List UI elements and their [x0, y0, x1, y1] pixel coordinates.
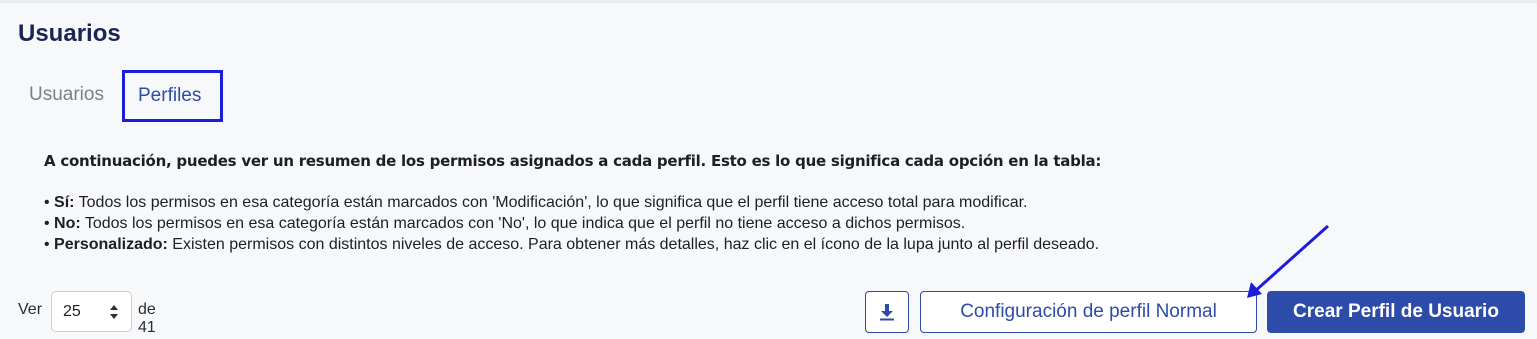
- legend-term: No:: [54, 215, 81, 232]
- legend-text: Todos los permisos en esa categoría está…: [74, 194, 1028, 211]
- page-title: Usuarios: [18, 20, 121, 47]
- legend-text: Todos los permisos en esa categoría está…: [80, 215, 966, 232]
- download-button[interactable]: [865, 291, 909, 333]
- sort-caret-icon: [110, 305, 118, 319]
- create-user-profile-button[interactable]: Crear Perfil de Usuario: [1267, 291, 1525, 333]
- download-icon: [880, 304, 894, 321]
- permissions-description: A continuación, puedes ver un resumen de…: [44, 152, 1444, 255]
- legend-item-si: • Sí: Todos los permisos en esa categorí…: [44, 194, 1028, 211]
- page-size-value: 25: [63, 303, 81, 320]
- legend-text: Existen permisos con distintos niveles d…: [167, 236, 1100, 253]
- description-intro: A continuación, puedes ver un resumen de…: [44, 152, 1102, 170]
- tab-perfiles[interactable]: Perfiles: [122, 70, 223, 122]
- top-divider: [0, 0, 1537, 3]
- normal-profile-config-button[interactable]: Configuración de perfil Normal: [920, 291, 1257, 333]
- tab-usuarios[interactable]: Usuarios: [29, 70, 104, 122]
- legend-item-no: • No: Todos los permisos en esa categorí…: [44, 215, 966, 232]
- legend-term: Sí:: [54, 194, 75, 211]
- page-size-select[interactable]: 25: [51, 291, 132, 332]
- legend-term: Personalizado:: [54, 236, 168, 253]
- legend-item-personalizado: • Personalizado: Existen permisos con di…: [44, 236, 1100, 253]
- permissions-legend: • Sí: Todos los permisos en esa categorí…: [44, 192, 1444, 255]
- total-count: de 41: [138, 301, 156, 336]
- page-size-prefix: Ver: [18, 301, 43, 318]
